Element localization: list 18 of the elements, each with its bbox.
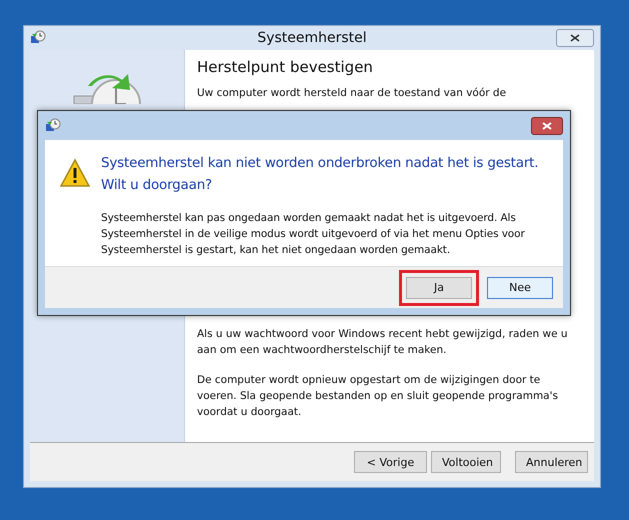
wizard-button[interactable]: < Vorige [354,451,427,474]
close-button[interactable] [531,116,563,134]
wizard-button[interactable]: Annuleren [515,451,588,474]
wizard-button[interactable]: Voltooien [431,451,501,474]
window-title: Systeemherstel [256,30,368,46]
close-icon [542,122,552,130]
dialog-button[interactable]: Ja [406,276,472,298]
dialog-instruction: Systeemherstel kan niet worden onderbroken nadat het is gestart. Wilt u doorgaan? [101,154,540,195]
dialog-button[interactable]: Nee [487,276,553,298]
page-text: Als u uw wachtwoord voor Windows recent hebt gewijzigd, raden we u aan om een wachtwoordherstelschijf te maken. [197,327,569,358]
dialog-message: Systeemherstel kan pas ongedaan worden gemaakt nadat het is uitgevoerd. Als Systeemherstel in de veilige modus wordt uitgevoerd of via het menu Opties voor Systeemherstel is gestart, kan het niet ongedaan worden gemaakt. [101,211,526,258]
page-heading: Herstelpunt bevestigen [197,58,374,76]
close-icon [570,34,580,42]
warning-icon [59,158,91,188]
restore-icon [45,118,61,134]
page-text: De computer wordt opnieuw opgestart om de wijzigingen door te voeren. Sla geopende bestanden op en sluit geopende programma's voordat u doorgaat. [197,373,559,420]
page-text: Uw computer wordt hersteld naar de toestand van vóór de [197,86,508,102]
close-button[interactable] [556,29,594,48]
